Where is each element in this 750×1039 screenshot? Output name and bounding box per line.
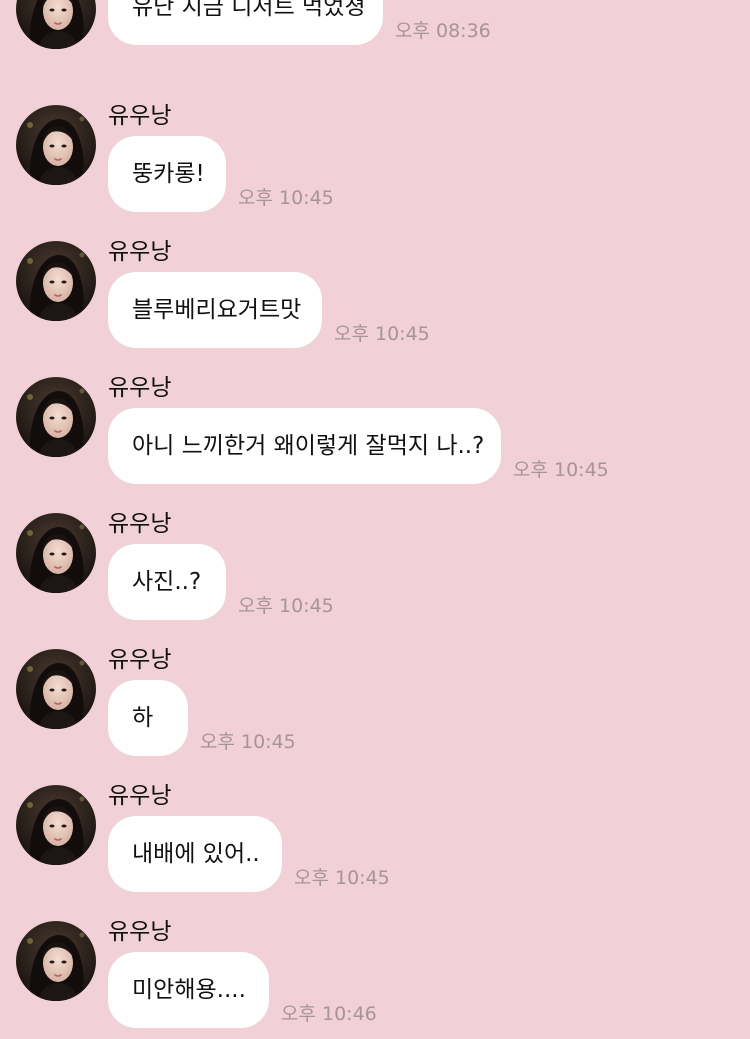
message-bubble[interactable]: 아니 느끼한거 왜이렇게 잘먹지 나..? xyxy=(108,408,501,484)
avatar[interactable] xyxy=(16,241,96,321)
message-row: 유우낭아니 느끼한거 왜이렇게 잘먹지 나..? 오후 10:45 xyxy=(0,375,750,484)
message-bubble[interactable]: 사진..? xyxy=(108,544,226,620)
message-row: 유난 지금 디저트 먹었졍 오후 08:36 xyxy=(0,0,750,49)
message-bubble[interactable]: 뚱카롱! xyxy=(108,136,226,212)
message-timestamp: 오후 10:45 xyxy=(200,731,296,753)
message-timestamp: 오후 10:45 xyxy=(238,187,334,209)
message-bubble[interactable]: 블루베리요거트맛 xyxy=(108,272,322,348)
sender-name: 유우낭 xyxy=(108,783,172,809)
sender-name: 유우낭 xyxy=(108,511,172,537)
message-timestamp: 오후 10:46 xyxy=(281,1003,377,1025)
message-row: 유우낭하오후 10:45 xyxy=(0,647,750,756)
message-timestamp: 오후 10:45 xyxy=(334,323,430,345)
sender-name: 유우낭 xyxy=(108,103,172,129)
message-bubble[interactable]: 내배에 있어.. xyxy=(108,816,282,892)
message-row: 유우낭사진..? 오후 10:45 xyxy=(0,511,750,620)
avatar[interactable] xyxy=(16,921,96,1001)
message-bubble[interactable]: 유난 지금 디저트 먹었졍 xyxy=(108,0,383,45)
message-row: 유우낭뚱카롱! 오후 10:45 xyxy=(0,103,750,212)
message-timestamp: 오후 10:45 xyxy=(294,867,390,889)
sender-name: 유우낭 xyxy=(108,375,172,401)
avatar[interactable] xyxy=(16,105,96,185)
avatar[interactable] xyxy=(16,513,96,593)
message-row: 유우낭미안해용.... 오후 10:46 xyxy=(0,919,750,1028)
sender-name: 유우낭 xyxy=(108,647,172,673)
message-row: 유우낭블루베리요거트맛오후 10:45 xyxy=(0,239,750,348)
avatar[interactable] xyxy=(16,785,96,865)
message-timestamp: 오후 10:45 xyxy=(238,595,334,617)
sender-name: 유우낭 xyxy=(108,919,172,945)
chat-message-list[interactable]: 유난 지금 디저트 먹었졍오후 08:36 유우낭뚱카롱!오후 10:45 xyxy=(0,0,750,1039)
message-row: 유우낭내배에 있어.. 오후 10:45 xyxy=(0,783,750,892)
message-bubble[interactable]: 미안해용.... xyxy=(108,952,269,1028)
avatar[interactable] xyxy=(16,0,96,49)
message-timestamp: 오후 10:45 xyxy=(513,459,609,481)
message-timestamp: 오후 08:36 xyxy=(395,20,491,42)
avatar[interactable] xyxy=(16,377,96,457)
sender-name: 유우낭 xyxy=(108,239,172,265)
avatar[interactable] xyxy=(16,649,96,729)
message-bubble[interactable]: 하 xyxy=(108,680,188,756)
